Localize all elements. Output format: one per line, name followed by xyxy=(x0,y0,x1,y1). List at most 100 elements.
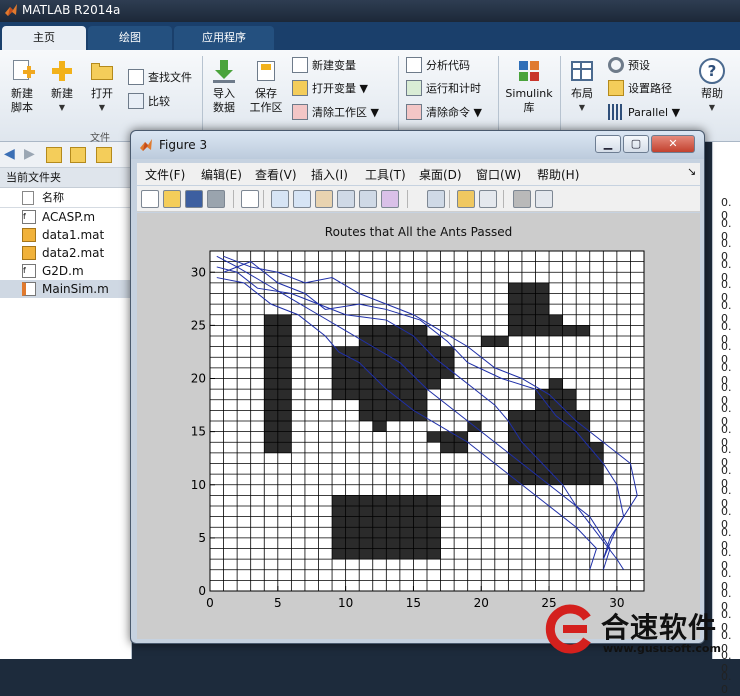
figure-menu-item[interactable]: 插入(I) xyxy=(311,166,348,183)
print-icon[interactable] xyxy=(207,190,225,208)
layout-button[interactable]: 布局 ▼ xyxy=(566,58,598,115)
file-name: data1.mat xyxy=(42,228,105,242)
figure-title-bar[interactable]: Figure 3 ▁ ▢ ✕ xyxy=(131,131,704,159)
obstacle-block xyxy=(440,346,455,379)
obstacle-block xyxy=(508,282,550,336)
zoom-out-icon[interactable] xyxy=(293,190,311,208)
set-path-button[interactable]: 设置路径 xyxy=(608,79,672,99)
figure-menu-item[interactable]: 桌面(D) xyxy=(419,166,462,183)
figure-canvas[interactable]: Routes that All the Ants Passed 0 5 10 15 20… xyxy=(137,213,700,639)
new-dropdown-icon[interactable]: ▼ xyxy=(46,101,78,115)
back-arrow-icon[interactable]: ◀ xyxy=(4,147,20,163)
set-path-label: 设置路径 xyxy=(628,82,672,95)
x-tick-label: 15 xyxy=(406,596,421,610)
name-column-header[interactable]: 名称 xyxy=(0,188,131,208)
find-files-button[interactable]: 查找文件 xyxy=(128,68,192,88)
brush-icon[interactable] xyxy=(381,190,399,208)
save-workspace-icon xyxy=(253,58,279,84)
minimize-button[interactable]: ▁ xyxy=(595,135,621,153)
open-variable-button[interactable]: 打开变量 ▼ xyxy=(292,79,368,99)
current-folder-icon[interactable] xyxy=(96,147,112,163)
pan-hand-icon[interactable] xyxy=(315,190,333,208)
zoom-in-icon[interactable] xyxy=(271,190,289,208)
file-name: data2.mat xyxy=(42,246,105,260)
file-list-item[interactable]: f ACASP.m xyxy=(0,208,131,226)
open-variable-dropdown-icon[interactable]: ▼ xyxy=(360,82,368,95)
clear-workspace-icon xyxy=(292,104,308,120)
new-figure-icon[interactable] xyxy=(141,190,159,208)
show-plot-tools-icon[interactable] xyxy=(535,190,553,208)
forward-arrow-icon[interactable]: ▶ xyxy=(24,147,40,163)
preferences-button[interactable]: 预设 xyxy=(608,56,650,76)
analyze-code-button[interactable]: 分析代码 xyxy=(406,56,470,76)
save-icon[interactable] xyxy=(185,190,203,208)
colorbar-icon[interactable] xyxy=(457,190,475,208)
figure-menu-item[interactable]: 帮助(H) xyxy=(537,166,579,183)
run-and-time-button[interactable]: 运行和计时 xyxy=(406,79,481,99)
ribbon-toolstrip: 新建 脚本 新建 ▼ 打开 ▼ 查找文件 比较 文件 导入 数据 保存 工作区 … xyxy=(0,50,740,144)
hide-plot-tools-icon[interactable] xyxy=(513,190,531,208)
open-variable-icon xyxy=(292,80,308,96)
new-script-button[interactable]: 新建 脚本 xyxy=(6,58,38,115)
link-plot-icon[interactable] xyxy=(427,190,445,208)
ribbon-separator xyxy=(560,56,561,134)
compare-button[interactable]: 比较 xyxy=(128,92,170,112)
parallel-icon xyxy=(608,104,624,120)
pointer-icon[interactable] xyxy=(241,190,259,208)
figure-menu-item[interactable]: 窗口(W) xyxy=(476,166,521,183)
file-list-item[interactable]: data1.mat xyxy=(0,226,131,244)
file-list-item[interactable]: f G2D.m xyxy=(0,262,131,280)
browse-folder-icon[interactable] xyxy=(70,147,86,163)
help-dropdown-icon[interactable]: ▼ xyxy=(696,101,728,115)
new-button[interactable]: 新建 ▼ xyxy=(46,58,78,115)
file-list-item[interactable]: data2.mat xyxy=(0,244,131,262)
clear-workspace-dropdown-icon[interactable]: ▼ xyxy=(371,106,379,119)
figure-window[interactable]: Figure 3 ▁ ▢ ✕ ↘ 文件(F) 编辑(E) 查看(V) 插入(I) 工具(… xyxy=(130,130,705,644)
parallel-dropdown-icon[interactable]: ▼ xyxy=(672,106,680,119)
import-data-button[interactable]: 导入 数据 xyxy=(208,58,240,115)
simulink-library-button[interactable]: Simulink 库 xyxy=(504,58,554,115)
grid-map-plot[interactable]: 0 5 10 15 20 25 30051015202530 xyxy=(137,213,700,639)
close-button[interactable]: ✕ xyxy=(651,135,695,153)
layout-icon xyxy=(569,58,595,84)
app-title: MATLAB R2014a xyxy=(22,3,121,17)
watermark: 合速软件 www.gususoft.com xyxy=(543,604,740,659)
file-list-item[interactable]: MainSim.m xyxy=(0,280,131,298)
tab-apps[interactable]: 应用程序 xyxy=(174,26,274,50)
parallel-button[interactable]: Parallel ▼ xyxy=(608,103,680,123)
open-file-icon[interactable] xyxy=(163,190,181,208)
up-folder-icon[interactable] xyxy=(46,147,62,163)
new-script-icon xyxy=(9,58,35,84)
figure-menu-item[interactable]: 工具(T) xyxy=(365,166,406,183)
open-variable-label: 打开变量 xyxy=(312,82,356,95)
rotate-3d-icon[interactable] xyxy=(337,190,355,208)
open-dropdown-icon[interactable]: ▼ xyxy=(86,101,118,115)
legend-icon[interactable] xyxy=(479,190,497,208)
ribbon-separator xyxy=(202,56,203,134)
new-variable-button[interactable]: 新建变量 xyxy=(292,56,356,76)
clear-commands-dropdown-icon[interactable]: ▼ xyxy=(474,106,482,119)
menu-overflow-icon[interactable]: ↘ xyxy=(687,165,696,178)
find-files-icon xyxy=(128,69,144,85)
figure-menu-item[interactable]: 编辑(E) xyxy=(201,166,242,183)
open-button[interactable]: 打开 ▼ xyxy=(86,58,118,115)
layout-dropdown-icon[interactable]: ▼ xyxy=(566,101,598,115)
compare-icon xyxy=(128,93,144,109)
maximize-button[interactable]: ▢ xyxy=(623,135,649,153)
new-variable-label: 新建变量 xyxy=(312,59,356,72)
x-tick-label: 5 xyxy=(274,596,282,610)
clear-workspace-button[interactable]: 清除工作区 ▼ xyxy=(292,103,379,123)
tab-plots[interactable]: 绘图 xyxy=(88,26,172,50)
clear-workspace-label: 清除工作区 xyxy=(312,106,367,119)
data-cursor-icon[interactable] xyxy=(359,190,377,208)
gear-icon xyxy=(608,57,624,73)
help-button[interactable]: ? 帮助 ▼ xyxy=(696,58,728,115)
tab-home[interactable]: 主页 xyxy=(2,26,86,50)
clear-commands-label: 清除命令 xyxy=(426,106,470,119)
clear-commands-button[interactable]: 清除命令 ▼ xyxy=(406,103,482,123)
figure-menu-item[interactable]: 文件(F) xyxy=(145,166,185,183)
figure-menu-item[interactable]: 查看(V) xyxy=(255,166,297,183)
open-label: 打开 xyxy=(91,87,113,100)
save-workspace-button[interactable]: 保存 工作区 xyxy=(248,58,284,115)
analyze-code-label: 分析代码 xyxy=(426,59,470,72)
